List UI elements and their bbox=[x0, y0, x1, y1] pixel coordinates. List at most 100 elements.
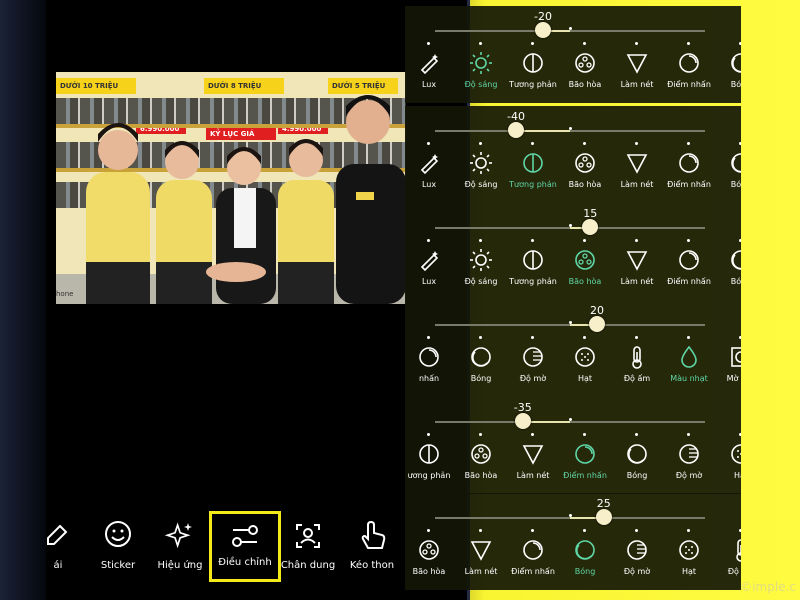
modified-indicator bbox=[427, 42, 430, 45]
slider-value: 25 bbox=[596, 497, 611, 510]
adjustment-label: Bóng bbox=[730, 180, 741, 189]
modified-indicator bbox=[479, 142, 482, 145]
tool-sticker[interactable]: Sticker bbox=[88, 520, 148, 571]
slider-knob[interactable] bbox=[589, 316, 605, 332]
slider-center-mark bbox=[569, 27, 572, 30]
slider-knob[interactable] bbox=[508, 122, 524, 138]
modified-indicator bbox=[635, 142, 638, 145]
watermark: ©imple.c bbox=[740, 580, 796, 594]
modified-indicator bbox=[427, 239, 430, 242]
slider-knob[interactable] bbox=[582, 219, 599, 235]
adjustment-panel: -40 Lux Độ sáng Tương phản Bão hòa Làm nét Điể… bbox=[405, 106, 741, 203]
adjustment-option[interactable]: Bóng bbox=[709, 239, 741, 286]
modified-indicator bbox=[531, 336, 534, 339]
modified-indicator bbox=[635, 529, 638, 532]
adjustment-options: Lux Độ sáng Tương phản Bão hòa Làm nét Điểm n… bbox=[405, 239, 741, 297]
modified-indicator bbox=[687, 433, 690, 436]
modified-indicator bbox=[479, 42, 482, 45]
grain-icon bbox=[709, 441, 741, 467]
shadow-icon bbox=[709, 150, 741, 176]
slider-fill bbox=[516, 130, 570, 132]
modified-indicator bbox=[479, 336, 482, 339]
modified-indicator bbox=[687, 336, 690, 339]
tool-effects[interactable]: Hiệu ứng bbox=[150, 520, 210, 571]
modified-indicator bbox=[739, 42, 741, 45]
sliders-icon bbox=[212, 520, 278, 552]
adjustment-panel: 20 nhấnBóngĐộ mờHạtĐộ ấmMàu nhạtMờ góc bbox=[405, 300, 741, 397]
modified-indicator bbox=[583, 529, 586, 532]
slider-knob[interactable] bbox=[514, 413, 531, 429]
adjustment-option[interactable]: Bóng bbox=[709, 42, 741, 89]
tool-label: Hiệu ứng bbox=[157, 560, 203, 571]
modified-indicator bbox=[687, 239, 690, 242]
adjustment-options: Lux Độ sáng Tương phản Bão hòa Làm nét Điểm n… bbox=[405, 142, 741, 200]
adjustment-option[interactable]: Hạt bbox=[709, 433, 741, 480]
modified-indicator bbox=[427, 142, 430, 145]
modified-indicator bbox=[583, 142, 586, 145]
phone-screen: DƯỚI 10 TRIỆU DƯỚI 8 TRIỆU KỶ LỤC GIÁ SỐ… bbox=[0, 0, 470, 600]
adjustment-options: Bão hòaLàm nétĐiểm nhấnBóngĐộ mờHạtĐộ ấm bbox=[405, 529, 741, 587]
slider-value: 15 bbox=[583, 207, 598, 220]
modified-indicator bbox=[427, 336, 430, 339]
slider-value: -40 bbox=[507, 110, 525, 123]
modified-indicator bbox=[479, 529, 482, 532]
tool-slim[interactable]: Kéo thon bbox=[342, 520, 402, 571]
modified-indicator bbox=[635, 336, 638, 339]
modified-indicator bbox=[531, 239, 534, 242]
slider-value: -20 bbox=[534, 10, 552, 23]
adjustment-label: Mờ góc bbox=[726, 374, 741, 383]
modified-indicator bbox=[583, 42, 586, 45]
slider-track[interactable] bbox=[435, 30, 705, 32]
modified-indicator bbox=[479, 239, 482, 242]
adjustment-label: Bóng bbox=[730, 80, 741, 89]
modified-indicator bbox=[427, 433, 430, 436]
modified-indicator bbox=[739, 142, 741, 145]
hand-icon bbox=[342, 520, 402, 552]
tool-draw[interactable]: ái bbox=[28, 520, 88, 571]
slider-knob[interactable] bbox=[535, 22, 551, 38]
slider-track[interactable] bbox=[435, 130, 705, 132]
adjustment-option[interactable]: Độ ấm bbox=[709, 529, 741, 576]
tool-label: Sticker bbox=[100, 560, 136, 571]
adjustment-option[interactable]: Mờ góc bbox=[709, 336, 741, 383]
tool-label: ái bbox=[53, 560, 63, 571]
slider-track[interactable] bbox=[435, 421, 705, 423]
modified-indicator bbox=[739, 239, 741, 242]
edited-photo[interactable]: DƯỚI 10 TRIỆU DƯỚI 8 TRIỆU KỶ LỤC GIÁ SỐ… bbox=[56, 72, 406, 304]
tool-label: Điều chỉnh bbox=[218, 557, 272, 568]
modified-indicator bbox=[531, 433, 534, 436]
slider-knob[interactable] bbox=[595, 509, 612, 525]
modified-indicator bbox=[635, 239, 638, 242]
slider-center-mark bbox=[569, 224, 572, 227]
slider-center-mark bbox=[569, 127, 572, 130]
modified-indicator bbox=[687, 529, 690, 532]
slider-value: 20 bbox=[590, 304, 604, 317]
people-group bbox=[86, 95, 406, 304]
adjustment-panel: 15 Lux Độ sáng Tương phản Bão hòa Làm nét Điểm… bbox=[405, 203, 741, 300]
tool-portrait[interactable]: Chân dung bbox=[278, 520, 338, 571]
photo-caption-fragment: hone bbox=[56, 290, 74, 298]
modified-indicator bbox=[739, 529, 741, 532]
tool-adjust[interactable]: Điều chỉnh bbox=[209, 511, 281, 582]
phone-bezel bbox=[0, 0, 46, 600]
adjustment-label: Hạt bbox=[733, 471, 741, 480]
adjustment-options: Lux Độ sáng Tương phản Bão hòa Làm nét Điểm n… bbox=[405, 42, 741, 100]
slider-center-mark bbox=[569, 514, 572, 517]
modified-indicator bbox=[739, 336, 741, 339]
adjustment-panel: -35 ương phản Bão hòa Làm nét Điểm nhấn Bóng Đ… bbox=[405, 397, 741, 494]
slider-value: -35 bbox=[513, 401, 532, 414]
sparkle-icon bbox=[150, 520, 210, 552]
pencil-icon bbox=[28, 520, 88, 552]
adjustment-options: ương phản Bão hòa Làm nét Điểm nhấn Bóng Độ m… bbox=[405, 433, 741, 491]
adjustment-panel: -20 Lux Độ sáng Tương phản Bão hòa Làm nét Điể… bbox=[405, 6, 741, 103]
adjustment-panel: 25 Bão hòa Làm nét Điểm nhấn Bóng Độ mờ Hạt Độ … bbox=[405, 493, 741, 590]
smiley-icon bbox=[88, 520, 148, 552]
modified-indicator bbox=[531, 529, 534, 532]
shadow-icon bbox=[709, 247, 741, 273]
modified-indicator bbox=[687, 42, 690, 45]
tool-label: Chân dung bbox=[280, 560, 336, 571]
modified-indicator bbox=[583, 336, 586, 339]
adjustment-option[interactable]: Bóng bbox=[709, 142, 741, 189]
modified-indicator bbox=[531, 142, 534, 145]
modified-indicator bbox=[583, 433, 586, 436]
